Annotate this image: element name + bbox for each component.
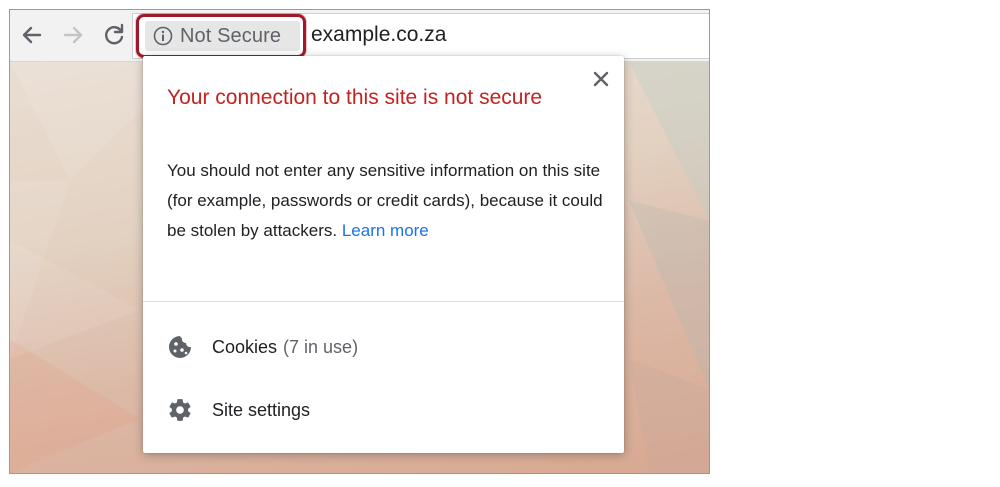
site-info-popup: Your connection to this site is not secu… xyxy=(143,56,624,453)
learn-more-link[interactable]: Learn more xyxy=(342,221,429,240)
reload-button[interactable] xyxy=(100,21,128,49)
reload-icon xyxy=(105,23,124,45)
annotation-highlight-box xyxy=(136,14,306,58)
popup-message: You should not enter any sensitive infor… xyxy=(167,156,607,246)
cookie-icon xyxy=(167,334,193,360)
cookies-row[interactable]: Cookies (7 in use) xyxy=(167,332,358,362)
popup-title: Your connection to this site is not secu… xyxy=(167,86,543,109)
close-icon[interactable] xyxy=(592,70,610,88)
cookies-label: Cookies xyxy=(212,336,278,357)
site-settings-label: Site settings xyxy=(212,399,311,420)
site-settings-row[interactable]: Site settings xyxy=(167,395,310,425)
gear-icon xyxy=(167,397,193,423)
arrow-back-icon xyxy=(22,26,42,44)
url-text[interactable]: example.co.za xyxy=(311,23,446,47)
divider xyxy=(143,301,624,302)
cookies-count: (7 in use) xyxy=(283,336,359,357)
arrow-forward-icon xyxy=(63,26,83,44)
browser-toolbar: Not Secure example.co.za xyxy=(10,10,709,62)
forward-button[interactable] xyxy=(59,21,87,49)
back-button[interactable] xyxy=(18,21,46,49)
